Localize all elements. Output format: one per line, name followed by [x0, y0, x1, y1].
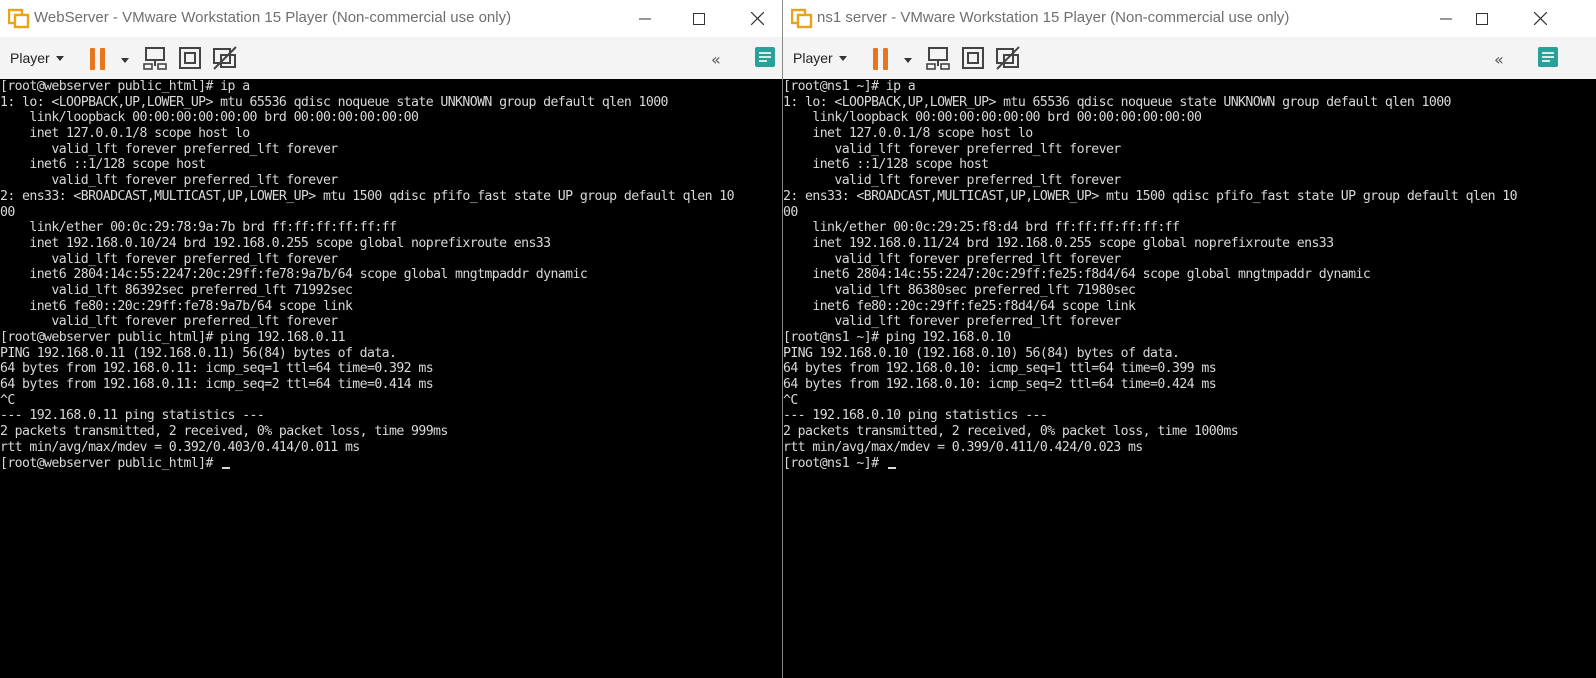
fit-guest-icon[interactable]	[176, 44, 204, 72]
terminal-line: [root@ns1 ~]# ip a	[783, 79, 916, 94]
maximize-button[interactable]	[1459, 0, 1505, 37]
vmware-logo-icon	[791, 8, 813, 29]
vm-toolbar: Player	[0, 37, 782, 81]
terminal-line: inet 127.0.0.1/8 scope host lo	[783, 126, 1033, 142]
pause-icon[interactable]	[90, 48, 110, 72]
pause-menu-chevron-down-icon[interactable]	[121, 58, 129, 63]
terminal-line: 1: lo: <LOOPBACK,UP,LOWER_UP> mtu 65536 …	[0, 94, 669, 110]
terminal-line: 2 packets transmitted, 2 received, 0% pa…	[0, 424, 448, 440]
notes-icon[interactable]	[1536, 45, 1560, 69]
terminal-line: [root@webserver public_html]#	[0, 456, 782, 472]
terminal-line: valid_lft 86380sec preferred_lft 71980se…	[783, 282, 1136, 298]
player-menu-label: Player	[793, 50, 833, 66]
guest-console[interactable]: [root@webserver public_html]# ip a 1: lo:…	[0, 79, 782, 678]
pause-menu-chevron-down-icon[interactable]	[904, 58, 912, 63]
terminal-line: valid_lft 86392sec preferred_lft 71992se…	[0, 282, 353, 298]
chevron-down-icon	[55, 55, 64, 61]
player-menu-button[interactable]: Player	[793, 48, 847, 68]
terminal-line: link/ether 00:0c:29:25:f8:d4 brd ff:ff:f…	[783, 220, 1180, 236]
vm-window-ns1: ns1 server - VMware Workstation 15 Playe…	[782, 0, 1596, 678]
terminal-line: valid_lft forever preferred_lft forever	[0, 314, 338, 330]
player-menu-label: Player	[10, 50, 50, 66]
terminal-line: rtt min/avg/max/mdev = 0.399/0.411/0.424…	[783, 439, 1143, 455]
minimize-button[interactable]	[622, 0, 668, 37]
terminal-line: 00	[783, 204, 798, 220]
close-button[interactable]	[1517, 0, 1563, 37]
terminal-line: [root@webserver public_html]# ping 192.1…	[0, 330, 346, 345]
title-bar[interactable]: ns1 server - VMware Workstation 15 Playe…	[783, 0, 1596, 37]
window-title: ns1 server - VMware Workstation 15 Playe…	[817, 9, 1290, 26]
title-bar[interactable]: WebServer - VMware Workstation 15 Player…	[0, 0, 782, 37]
terminal-line: 64 bytes from 192.168.0.10: icmp_seq=1 t…	[783, 361, 1217, 377]
terminal-line: 00	[0, 204, 15, 220]
text-cursor	[222, 466, 231, 469]
terminal-line: 2 packets transmitted, 2 received, 0% pa…	[783, 424, 1239, 440]
terminal-line: rtt min/avg/max/mdev = 0.392/0.403/0.414…	[0, 439, 360, 455]
terminal-line: inet6 fe80::20c:29ff:fe25:f8d4/64 scope …	[783, 298, 1136, 314]
collapse-toolbar-icon[interactable]: «	[711, 50, 721, 69]
window-title: WebServer - VMware Workstation 15 Player…	[34, 9, 512, 26]
terminal-line: [root@ns1 ~]# ping 192.168.0.10	[783, 330, 1011, 345]
terminal-line: inet 192.168.0.10/24 brd 192.168.0.255 s…	[0, 235, 551, 251]
terminal-line: inet6 ::1/128 scope host	[0, 157, 206, 173]
terminal-line: --- 192.168.0.10 ping statistics ---	[783, 408, 1048, 424]
maximize-button[interactable]	[676, 0, 722, 37]
maximize-icon	[1476, 12, 1488, 25]
unity-icon[interactable]	[211, 44, 239, 72]
terminal-line: 64 bytes from 192.168.0.11: icmp_seq=2 t…	[0, 377, 434, 393]
terminal-line: inet6 2804:14c:55:2247:20c:29ff:fe25:f8d…	[783, 267, 1371, 283]
terminal-line: [root@webserver public_html]# ip a	[0, 79, 250, 94]
terminal-line: 64 bytes from 192.168.0.11: icmp_seq=1 t…	[0, 361, 434, 377]
pause-icon[interactable]	[873, 48, 893, 72]
terminal-line: ^C	[0, 392, 15, 408]
terminal-line: valid_lft forever preferred_lft forever	[783, 251, 1121, 267]
unity-icon[interactable]	[994, 44, 1022, 72]
chevron-down-icon	[838, 55, 847, 61]
terminal-line: inet6 ::1/128 scope host	[783, 157, 989, 173]
minimize-icon	[639, 18, 651, 19]
terminal-line: inet 192.168.0.11/24 brd 192.168.0.255 s…	[783, 235, 1334, 251]
terminal-line: 2: ens33: <BROADCAST,MULTICAST,UP,LOWER_…	[0, 188, 735, 204]
terminal-line: [root@ns1 ~]#	[783, 456, 1596, 472]
close-icon	[750, 12, 764, 25]
terminal-line: inet6 fe80::20c:29ff:fe78:9a7b/64 scope …	[0, 298, 353, 314]
fit-guest-icon[interactable]	[959, 44, 987, 72]
minimize-icon	[1440, 18, 1452, 19]
terminal-line: inet6 2804:14c:55:2247:20c:29ff:fe78:9a7…	[0, 267, 588, 283]
terminal-line: valid_lft forever preferred_lft forever	[0, 251, 338, 267]
send-ctrl-alt-del-icon[interactable]	[141, 44, 169, 72]
vmware-logo-icon	[8, 8, 30, 29]
collapse-toolbar-icon[interactable]: «	[1494, 50, 1504, 69]
guest-console[interactable]: [root@ns1 ~]# ip a 1: lo: <LOOPBACK,UP,LO…	[783, 79, 1596, 678]
notes-icon[interactable]	[753, 45, 777, 69]
terminal-line: inet 127.0.0.1/8 scope host lo	[0, 126, 250, 142]
terminal-line: link/ether 00:0c:29:78:9a:7b brd ff:ff:f…	[0, 220, 397, 236]
terminal-line: valid_lft forever preferred_lft forever	[783, 314, 1121, 330]
terminal-line: 2: ens33: <BROADCAST,MULTICAST,UP,LOWER_…	[783, 188, 1518, 204]
terminal-line: valid_lft forever preferred_lft forever	[0, 173, 338, 189]
terminal-line: ^C	[783, 392, 798, 408]
terminal-line: PING 192.168.0.10 (192.168.0.10) 56(84) …	[783, 345, 1180, 361]
vm-window-webserver: WebServer - VMware Workstation 15 Player…	[0, 0, 782, 678]
terminal-line: --- 192.168.0.11 ping statistics ---	[0, 408, 265, 424]
terminal-line: valid_lft forever preferred_lft forever	[783, 141, 1121, 157]
text-cursor	[887, 466, 896, 469]
close-button[interactable]	[734, 0, 780, 37]
terminal-line: link/loopback 00:00:00:00:00:00 brd 00:0…	[0, 110, 419, 126]
send-ctrl-alt-del-icon[interactable]	[924, 44, 952, 72]
terminal-line: 64 bytes from 192.168.0.10: icmp_seq=2 t…	[783, 377, 1217, 393]
terminal-line: link/loopback 00:00:00:00:00:00 brd 00:0…	[783, 110, 1202, 126]
terminal-line: 1: lo: <LOOPBACK,UP,LOWER_UP> mtu 65536 …	[783, 94, 1452, 110]
player-menu-button[interactable]: Player	[10, 48, 64, 68]
terminal-line: valid_lft forever preferred_lft forever	[0, 141, 338, 157]
terminal-line: PING 192.168.0.11 (192.168.0.11) 56(84) …	[0, 345, 397, 361]
maximize-icon	[693, 12, 705, 25]
close-icon	[1533, 12, 1547, 25]
terminal-line: valid_lft forever preferred_lft forever	[783, 173, 1121, 189]
